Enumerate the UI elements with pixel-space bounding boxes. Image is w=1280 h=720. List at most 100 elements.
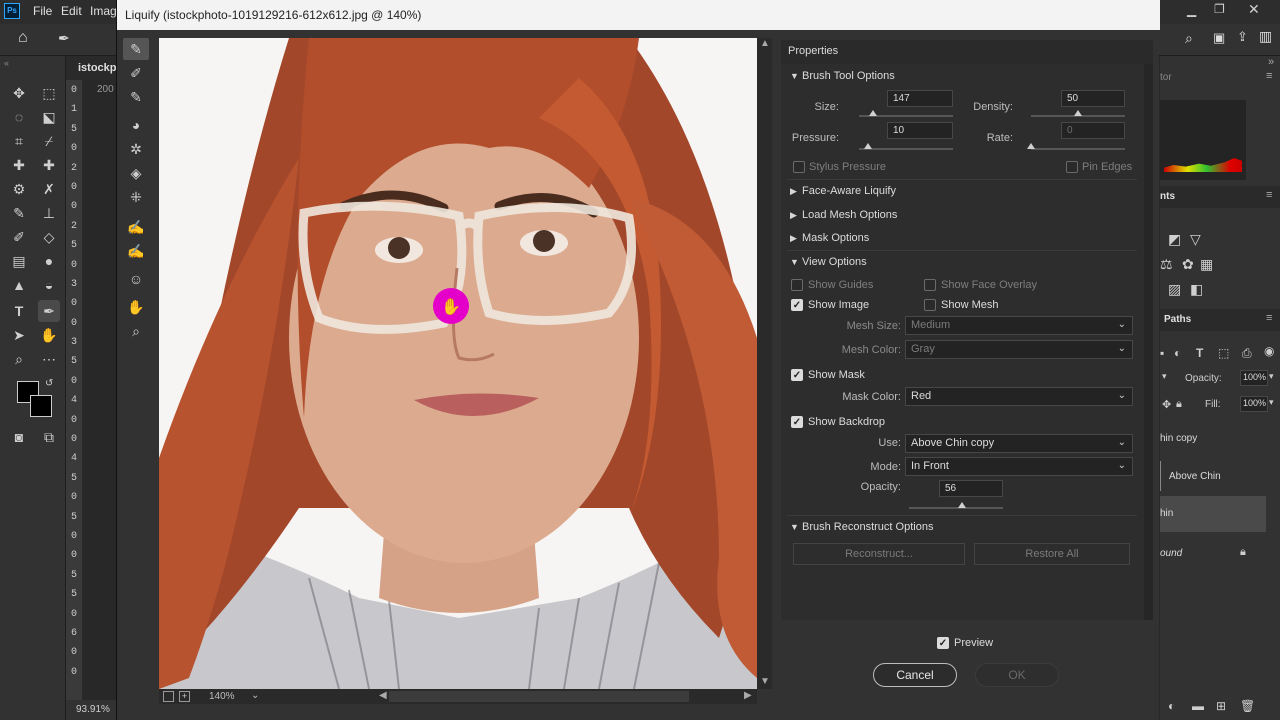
filter-pixel-icon[interactable]: ▪	[1160, 346, 1164, 360]
image-canvas[interactable]: ✋	[159, 38, 757, 689]
show-mask-checkbox[interactable]: ✓	[791, 369, 803, 381]
adjust-levels-icon[interactable]: ◩	[1168, 231, 1181, 248]
brush-tool-options-header[interactable]: ▼ Brush Tool Options	[790, 70, 895, 82]
object-select-icon[interactable]: ⬕	[38, 106, 60, 128]
face-tool-icon[interactable]: ☺	[123, 268, 149, 290]
scroll-right-icon[interactable]: ▶	[744, 690, 752, 701]
pressure-field[interactable]: 10	[887, 122, 953, 139]
quick-mask-icon[interactable]: ◙	[8, 426, 30, 448]
mask-color-select[interactable]: Red ⌄	[905, 387, 1133, 406]
dodge-tool-icon[interactable]: ▲	[8, 274, 30, 296]
forward-warp-tool-icon[interactable]: ✎	[123, 38, 149, 60]
adjust-lookup-icon[interactable]: ▦	[1200, 256, 1213, 273]
panel-menu-icon-2[interactable]: ≡	[1266, 189, 1272, 201]
scroll-thumb[interactable]	[389, 691, 689, 702]
pen-tool-icon-active[interactable]: ✒	[38, 300, 60, 322]
brush-reconstruct-header[interactable]: ▼ Brush Reconstruct Options	[790, 521, 933, 533]
zoom-in-icon[interactable]: +	[179, 691, 190, 702]
filter-type-icon[interactable]: T	[1196, 346, 1203, 360]
canvas-horizontal-scrollbar[interactable]: ◀ ▶	[159, 689, 757, 704]
more-tools-icon[interactable]: ⋯	[38, 348, 60, 370]
panel-toggle-icon[interactable]: ▥	[1259, 28, 1272, 45]
panel-close-icon[interactable]: »	[1268, 56, 1274, 68]
layer-adjust-icon[interactable]: ◐	[1168, 699, 1175, 713]
show-mask-label[interactable]: Show Mask	[808, 369, 865, 381]
view-options-header[interactable]: ▼ View Options	[790, 256, 867, 268]
content-aware-icon[interactable]: ⚙	[8, 178, 30, 200]
menu-file[interactable]: File	[33, 4, 52, 18]
adjust-photo-icon[interactable]: ▨	[1168, 281, 1181, 298]
background-color-swatch[interactable]	[30, 395, 52, 417]
layer-opacity-chevron[interactable]: ▾	[1269, 371, 1274, 382]
pucker-tool-icon[interactable]: ✲	[123, 138, 149, 160]
properties-scrollbar[interactable]	[1144, 64, 1153, 620]
mode-select[interactable]: In Front ⌄	[905, 457, 1133, 476]
face-aware-liquify-header[interactable]: ▶ Face-Aware Liquify	[790, 185, 896, 197]
layer-opacity-field[interactable]: 100%	[1240, 370, 1268, 386]
hand-tool-icon-liquify[interactable]: ✋	[123, 296, 149, 318]
pressure-slider-knob[interactable]	[864, 143, 873, 149]
twirl-tool-icon[interactable]: ◕	[123, 114, 149, 136]
bloat-tool-icon[interactable]: ◈	[123, 162, 149, 184]
new-layer-icon[interactable]: ⊞	[1216, 699, 1226, 713]
restore-icon[interactable]: ❐	[1214, 2, 1225, 16]
eyedropper-icon[interactable]: ⌿	[38, 130, 60, 152]
scroll-up-icon[interactable]: ▲	[760, 38, 770, 49]
reconstruct-tool-icon[interactable]: ✐	[123, 62, 149, 84]
sponge-tool-icon[interactable]: ◒	[38, 274, 60, 296]
share-icon[interactable]: ⇪	[1237, 29, 1248, 45]
search-icon[interactable]: ⌕	[1185, 30, 1193, 47]
preview-label[interactable]: Preview	[954, 637, 993, 649]
filter-shape-icon[interactable]: ⬚	[1218, 346, 1229, 360]
home-icon[interactable]: ⌂	[18, 29, 28, 47]
collapse-icon[interactable]: «	[4, 58, 9, 68]
show-mesh-checkbox[interactable]	[924, 299, 936, 311]
menu-edit[interactable]: Edit	[61, 4, 82, 18]
blur-tool-icon[interactable]: ●	[38, 250, 60, 272]
cancel-button[interactable]: Cancel	[873, 663, 957, 687]
adjust-balance-icon[interactable]: ⚖	[1160, 256, 1173, 273]
opacity-slider-knob[interactable]	[957, 502, 966, 508]
density-slider[interactable]	[1031, 110, 1125, 117]
filter-adjust-icon[interactable]: ◐	[1174, 346, 1181, 360]
patch-tool-icon[interactable]: ✚	[38, 154, 60, 176]
healing-brush-icon[interactable]: ✚	[8, 154, 30, 176]
screen-mode-icon[interactable]: ⧉	[38, 426, 60, 448]
zoom-out-icon[interactable]	[163, 691, 174, 702]
delete-layer-icon[interactable]: 🗑︎	[1240, 699, 1255, 713]
zoom-chevron-icon[interactable]: ⌄	[251, 690, 259, 701]
blend-mode-chevron[interactable]: ▾	[1162, 371, 1167, 382]
lock-all-icon[interactable]: 🔒︎	[1176, 398, 1182, 411]
workspace-icon[interactable]: ▣	[1213, 30, 1225, 46]
panel-menu-icon[interactable]: ≡	[1266, 70, 1272, 82]
density-slider-knob[interactable]	[1074, 110, 1082, 116]
eraser-icon[interactable]: ◇	[38, 226, 60, 248]
panel-tab-1[interactable]: tor	[1160, 72, 1172, 83]
clone-stamp-icon[interactable]: ⊥	[38, 202, 60, 224]
show-image-label[interactable]: Show Image	[808, 299, 869, 311]
brush-tool-icon[interactable]: ✎	[8, 202, 30, 224]
doc-tab[interactable]: istockpl	[66, 56, 120, 80]
scroll-left-icon[interactable]: ◀	[379, 690, 387, 701]
scroll-down-icon[interactable]: ▼	[760, 676, 770, 687]
crop-tool-icon[interactable]: ⌗	[8, 130, 30, 152]
marquee-tool-icon[interactable]: ⬚	[38, 82, 60, 104]
content-move-icon[interactable]: ✗	[38, 178, 60, 200]
push-left-tool-icon[interactable]: ⁜	[123, 186, 149, 208]
swap-colors-icon[interactable]: ↺	[45, 378, 53, 389]
density-field[interactable]: 50	[1061, 90, 1125, 107]
panel-menu-icon-3[interactable]: ≡	[1266, 312, 1272, 324]
adjust-mixer-icon[interactable]: ✿	[1182, 256, 1194, 273]
smooth-tool-icon[interactable]: ✎	[123, 86, 149, 108]
lock-position-icon[interactable]: ✥	[1162, 398, 1171, 411]
paths-tab[interactable]: Paths	[1164, 314, 1191, 325]
pressure-slider[interactable]	[859, 143, 953, 150]
path-select-icon[interactable]: ➤	[8, 324, 30, 346]
layer-row-4[interactable]: ound	[1160, 548, 1182, 559]
filter-toggle-icon[interactable]: ◉	[1264, 344, 1274, 358]
ok-button[interactable]: OK	[975, 663, 1059, 687]
filter-smart-icon[interactable]: ⎙	[1242, 346, 1252, 361]
show-backdrop-label[interactable]: Show Backdrop	[808, 416, 885, 428]
adjust-gradient-icon[interactable]: ▽	[1190, 231, 1201, 248]
use-select[interactable]: Above Chin copy ⌄	[905, 434, 1133, 453]
